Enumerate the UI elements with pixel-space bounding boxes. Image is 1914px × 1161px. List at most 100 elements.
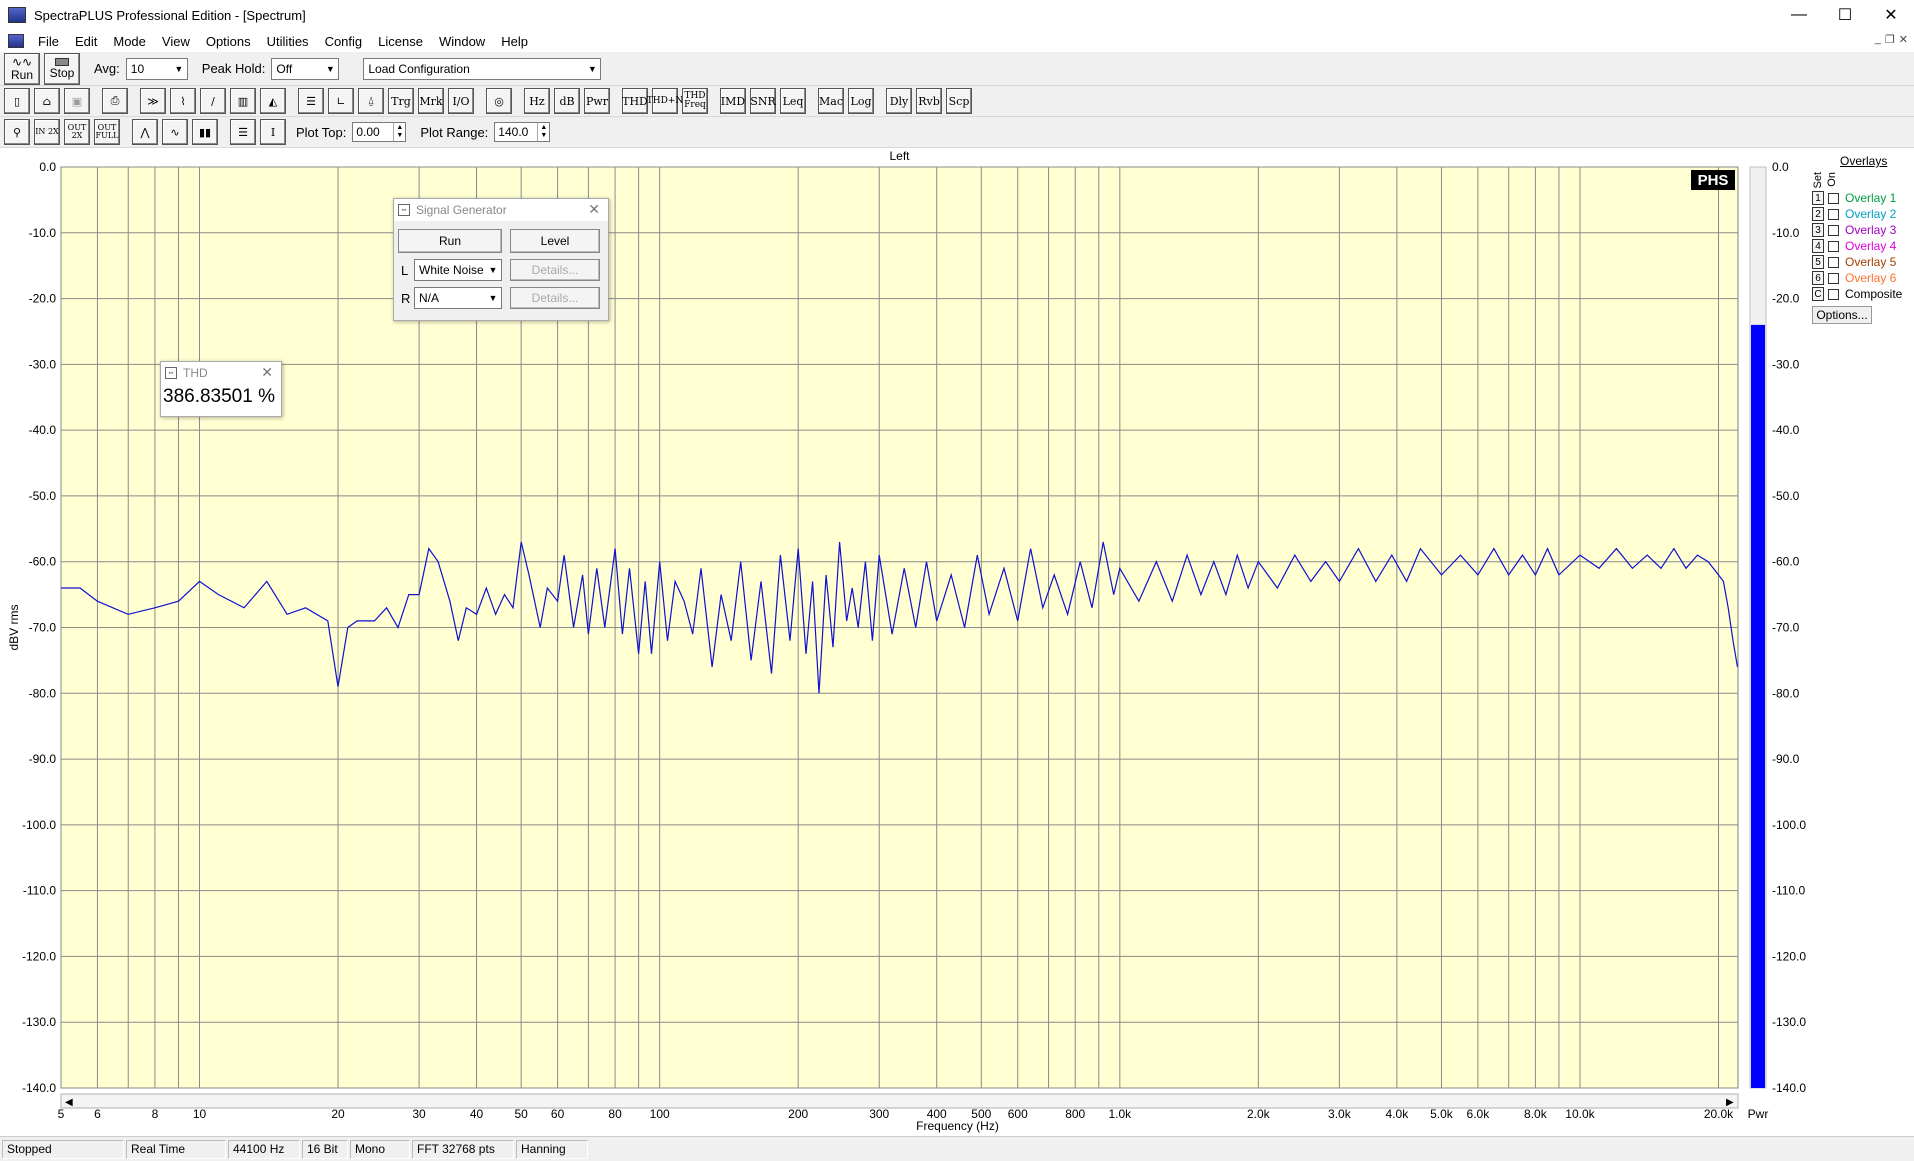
document-icon[interactable] <box>8 34 24 48</box>
maximize-button[interactable]: ☐ <box>1822 0 1868 30</box>
menu-mode[interactable]: Mode <box>105 34 154 49</box>
signal-generator-window[interactable]: ▪▪ Signal Generator ✕ Run Level L White … <box>393 198 609 321</box>
overlay-set-button[interactable]: 6 <box>1812 271 1824 285</box>
close-icon[interactable]: ✕ <box>261 364 273 381</box>
overlay-set-button[interactable]: 5 <box>1812 255 1824 269</box>
cursor-button[interactable]: I <box>260 119 286 145</box>
scroll-left-icon[interactable]: ◀ <box>65 1097 73 1108</box>
menu-help[interactable]: Help <box>493 34 536 49</box>
thd-titlebar[interactable]: ▪▪ THD ✕ <box>161 362 281 384</box>
io-button[interactable]: I/O <box>448 88 474 114</box>
trigger-button[interactable]: Trg <box>388 88 414 114</box>
menu-window[interactable]: Window <box>431 34 493 49</box>
menu-license[interactable]: License <box>370 34 431 49</box>
overlay-row[interactable]: 6 Overlay 6 <box>1812 270 1896 286</box>
mdi-close-button[interactable]: ✕ <box>1899 33 1908 46</box>
marker-button[interactable]: Mrk <box>418 88 444 114</box>
peak-hold-select[interactable]: Off ▼ <box>271 57 340 80</box>
configuration-select[interactable]: Load Configuration ▼ <box>363 57 602 80</box>
hz-button[interactable]: Hz <box>524 88 550 114</box>
menu-options[interactable]: Options <box>198 34 259 49</box>
spectrum-button[interactable]: ⌇ <box>170 88 196 114</box>
generator-button[interactable]: ◎ <box>486 88 512 114</box>
zoom-in-button[interactable]: IN 2X <box>34 119 60 145</box>
print-button[interactable]: ⎙ <box>102 88 128 114</box>
open-file-button[interactable]: ⌂ <box>34 88 60 114</box>
overlay-row[interactable]: 5 Overlay 5 <box>1812 254 1896 270</box>
overlay-row[interactable]: C Composite <box>1812 286 1902 302</box>
thd-button[interactable]: THD <box>622 88 648 114</box>
imd-button[interactable]: IMD <box>720 88 746 114</box>
overlay-set-button[interactable]: 1 <box>1812 191 1824 205</box>
mdi-restore-button[interactable]: ❐ <box>1885 33 1895 46</box>
overlay-row[interactable]: 1 Overlay 1 <box>1812 190 1896 206</box>
close-icon[interactable]: ✕ <box>588 201 600 218</box>
macro-button[interactable]: Mac <box>818 88 844 114</box>
overlay-row[interactable]: 2 Overlay 2 <box>1812 206 1896 222</box>
overlay-options-button[interactable]: Options... <box>1812 306 1872 324</box>
line-plot-button[interactable]: ∿ <box>162 119 188 145</box>
stop-button[interactable]: Stop <box>44 52 80 85</box>
horizontal-scrollbar[interactable] <box>60 1093 1739 1109</box>
settings-button[interactable]: ☰ <box>298 88 324 114</box>
scroll-right-icon[interactable]: ▶ <box>1726 1097 1734 1108</box>
overlay-set-button[interactable]: 3 <box>1812 223 1824 237</box>
leq-button[interactable]: Leq <box>780 88 806 114</box>
run-button[interactable]: ∿∿ Run <box>4 52 40 85</box>
overlays-header[interactable]: Overlays <box>1840 154 1887 168</box>
avg-select[interactable]: 10 ▼ <box>125 57 188 80</box>
overlay-checkbox[interactable] <box>1828 192 1839 204</box>
3d-surface-button[interactable]: ◭ <box>260 88 286 114</box>
overlay-set-button[interactable]: 4 <box>1812 239 1824 253</box>
left-signal-select[interactable]: White Noise ▼ <box>414 259 502 281</box>
menu-config[interactable]: Config <box>317 34 371 49</box>
overlay-set-button[interactable]: C <box>1812 287 1824 301</box>
overlay-checkbox[interactable] <box>1828 224 1839 236</box>
spin-arrows-icon[interactable]: ▲ ▼ <box>537 123 549 141</box>
overlay-checkbox[interactable] <box>1828 208 1839 220</box>
thd-n-button[interactable]: THD+N <box>647 88 683 114</box>
log-button[interactable]: Log <box>848 88 874 114</box>
menu-file[interactable]: File <box>30 34 67 49</box>
phase-button[interactable]: ∕ <box>200 88 226 114</box>
pwr-button[interactable]: Pwr <box>584 88 610 114</box>
peak-button[interactable]: ⋀ <box>132 119 158 145</box>
spectrogram-button[interactable]: ▥ <box>230 88 256 114</box>
minimize-button[interactable]: — <box>1776 0 1822 30</box>
right-signal-select[interactable]: N/A ▼ <box>414 287 502 309</box>
overlay-checkbox[interactable] <box>1828 288 1839 300</box>
overlay-checkbox[interactable] <box>1828 240 1839 252</box>
menu-edit[interactable]: Edit <box>67 34 105 49</box>
reverb-button[interactable]: Rvb <box>916 88 942 114</box>
thd-freq-button[interactable]: THD Freq <box>682 88 708 114</box>
new-file-button[interactable]: ▯ <box>4 88 30 114</box>
scaling-button[interactable]: ∟ <box>328 88 354 114</box>
snr-button[interactable]: SNR <box>750 88 776 114</box>
menu-view[interactable]: View <box>154 34 198 49</box>
overlay-row[interactable]: 4 Overlay 4 <box>1812 238 1896 254</box>
close-button[interactable]: ✕ <box>1868 0 1914 30</box>
spectrum-chart[interactable]: Left 0.0 -10.0 -20.0 -30.0 -40.0 -50.0 -60.0 -70… <box>0 148 1914 1136</box>
thd-window[interactable]: ▪▪ THD ✕ 386.83501 % <box>160 361 282 417</box>
mdi-minimize-button[interactable]: _ <box>1875 33 1881 46</box>
signal-generator-titlebar[interactable]: ▪▪ Signal Generator ✕ <box>394 199 608 221</box>
plot-range-input[interactable]: 140.0 ▲ ▼ <box>494 122 551 142</box>
save-file-button[interactable]: ▣ <box>64 88 90 114</box>
overlay-row[interactable]: 3 Overlay 3 <box>1812 222 1896 238</box>
spin-arrows-icon[interactable]: ▲ ▼ <box>393 123 405 141</box>
zoom-button[interactable]: ⚲ <box>4 119 30 145</box>
overlay-set-button[interactable]: 2 <box>1812 207 1824 221</box>
menu-utilities[interactable]: Utilities <box>259 34 317 49</box>
time-series-button[interactable]: ≫ <box>140 88 166 114</box>
zoom-out-button[interactable]: OUT 2X <box>64 119 90 145</box>
scope-button[interactable]: Scp <box>946 88 972 114</box>
zoom-out-full-button[interactable]: OUT FULL <box>94 119 120 145</box>
right-details-button[interactable]: Details... <box>510 287 600 309</box>
overlay-checkbox[interactable] <box>1828 256 1839 268</box>
generator-level-button[interactable]: Level <box>510 229 600 253</box>
list-button[interactable]: ☰ <box>230 119 256 145</box>
calibration-button[interactable]: ⍙ <box>358 88 384 114</box>
plot-top-input[interactable]: 0.00 ▲ ▼ <box>352 122 407 142</box>
overlay-checkbox[interactable] <box>1828 272 1839 284</box>
db-button[interactable]: dB <box>554 88 580 114</box>
